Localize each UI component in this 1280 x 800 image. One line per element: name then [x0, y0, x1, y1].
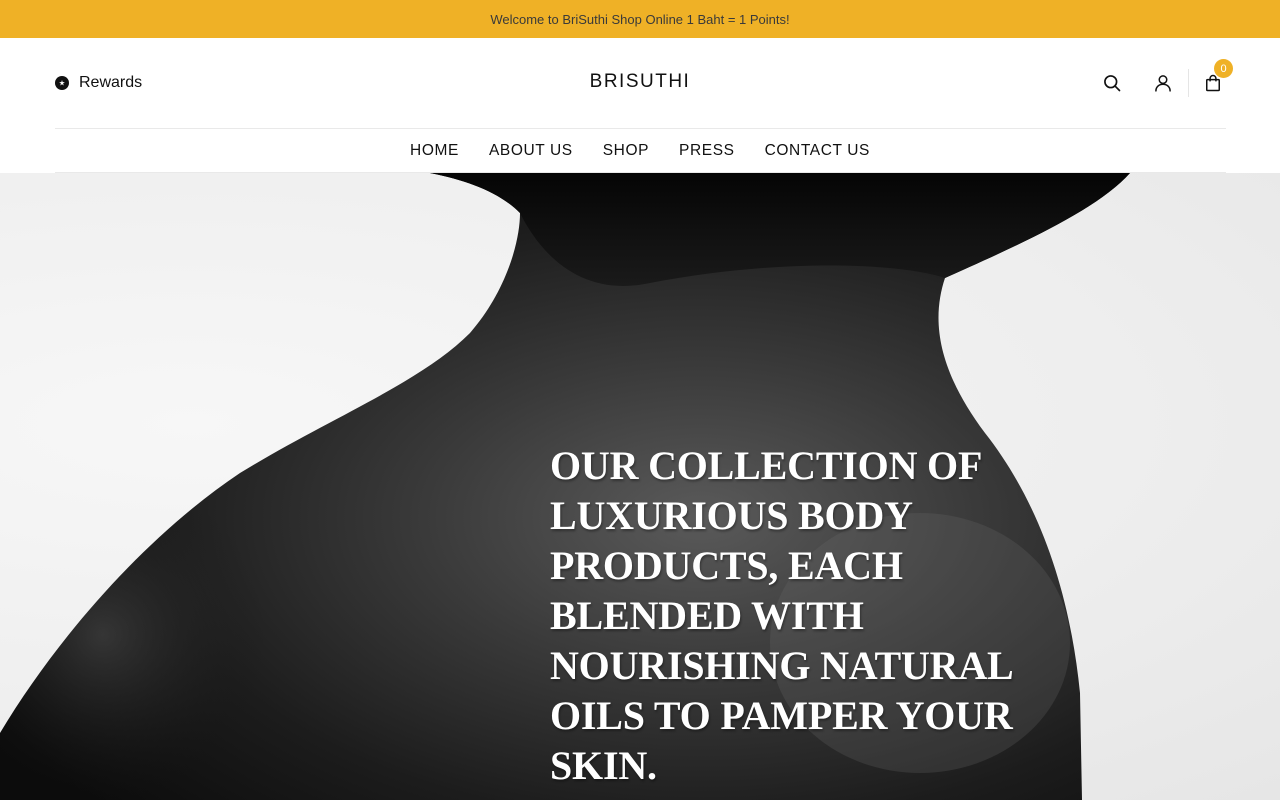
header-divider: [1188, 69, 1189, 97]
nav-item-about-us[interactable]: ABOUT US: [489, 142, 573, 160]
cart-count-badge: 0: [1214, 59, 1233, 78]
search-icon: [1104, 75, 1121, 92]
hero-headline: OUR COLLECTION OF LUXURIOUS BODY PRODUCT…: [550, 443, 1013, 788]
announcement-text: Welcome to BriSuthi Shop Online 1 Baht =…: [490, 11, 790, 27]
nav-item-shop[interactable]: SHOP: [603, 142, 649, 160]
site-header: Rewards BRISUTHI 0: [0, 38, 1280, 129]
nav-item-press[interactable]: PRESS: [679, 142, 735, 160]
cart-button[interactable]: 0: [1198, 59, 1233, 98]
site-logo[interactable]: BRISUTHI: [0, 71, 1280, 93]
account-icon: [1155, 75, 1171, 92]
hero-banner: OUR COLLECTION OF LUXURIOUS BODY PRODUCT…: [0, 173, 1280, 800]
search-button[interactable]: [1097, 68, 1127, 98]
announcement-bar: Welcome to BriSuthi Shop Online 1 Baht =…: [0, 0, 1280, 38]
nav-item-contact-us[interactable]: CONTACT US: [765, 142, 870, 160]
main-nav: HOME ABOUT US SHOP PRESS CONTACT US: [0, 129, 1280, 173]
account-button[interactable]: [1148, 68, 1178, 98]
nav-item-home[interactable]: HOME: [410, 142, 459, 160]
header-actions: 0: [1097, 59, 1233, 98]
